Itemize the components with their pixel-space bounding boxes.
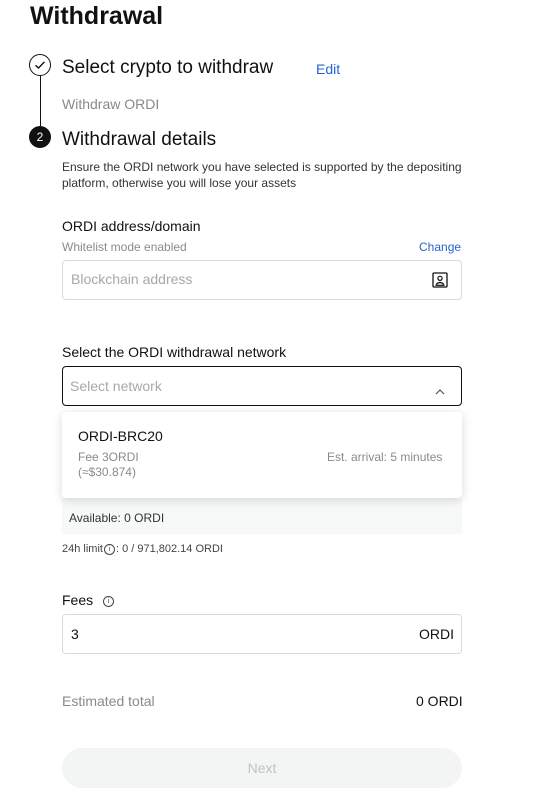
fees-value: 3 xyxy=(71,626,79,642)
network-option-fee-usd: (≈$30.874) xyxy=(78,465,136,479)
network-option-fee: Fee 3ORDI xyxy=(78,450,139,464)
network-warning-line1: Ensure the ORDI network you have selecte… xyxy=(62,160,462,174)
network-warning-line2: platform, otherwise you will lose your a… xyxy=(62,176,297,190)
address-book-icon[interactable] xyxy=(432,272,448,293)
next-button[interactable]: Next xyxy=(62,748,462,788)
estimated-total-label: Estimated total xyxy=(62,693,155,709)
fees-info-icon[interactable]: i xyxy=(103,595,115,607)
estimated-total-value: 0 ORDI xyxy=(416,693,463,709)
checkmark-icon xyxy=(35,61,46,69)
network-option-arrival: Est. arrival: 5 minutes xyxy=(327,450,443,464)
step-complete-icon xyxy=(29,54,51,76)
step-number-badge: 2 xyxy=(29,126,51,148)
address-input[interactable] xyxy=(71,271,411,287)
daily-limit-value: : 0 / 971,802.14 ORDI xyxy=(115,543,223,555)
fees-label: Fees i xyxy=(62,592,115,608)
info-icon[interactable]: i xyxy=(103,543,115,555)
step-connector xyxy=(39,76,41,126)
address-label: ORDI address/domain xyxy=(62,218,201,234)
available-balance: Available: 0 ORDI xyxy=(69,511,165,525)
network-option[interactable]: ORDI-BRC20 Fee 3ORDI (≈$30.874) Est. arr… xyxy=(62,412,462,498)
network-select-placeholder: Select network xyxy=(70,378,162,394)
step1-title: Select crypto to withdraw xyxy=(62,57,274,78)
fees-unit: ORDI xyxy=(419,626,454,642)
fees-field: 3 ORDI xyxy=(62,614,462,654)
network-label: Select the ORDI withdrawal network xyxy=(62,344,287,360)
step1-subtitle: Withdraw ORDI xyxy=(62,96,160,112)
edit-link[interactable]: Edit xyxy=(316,61,340,77)
address-field[interactable] xyxy=(62,260,462,300)
whitelist-note: Whitelist mode enabled xyxy=(62,240,187,254)
daily-limit-label: 24h limit xyxy=(62,543,103,555)
network-select[interactable]: Select network xyxy=(62,366,462,406)
daily-limit: 24h limit i: 0 / 971,802.14 ORDI xyxy=(62,543,223,555)
network-option-name: ORDI-BRC20 xyxy=(78,428,163,444)
change-link[interactable]: Change xyxy=(419,240,461,254)
chevron-up-icon[interactable] xyxy=(435,382,445,400)
page-title: Withdrawal xyxy=(30,2,164,30)
network-dropdown: ORDI-BRC20 Fee 3ORDI (≈$30.874) Est. arr… xyxy=(62,412,462,498)
step2-title: Withdrawal details xyxy=(62,129,217,150)
